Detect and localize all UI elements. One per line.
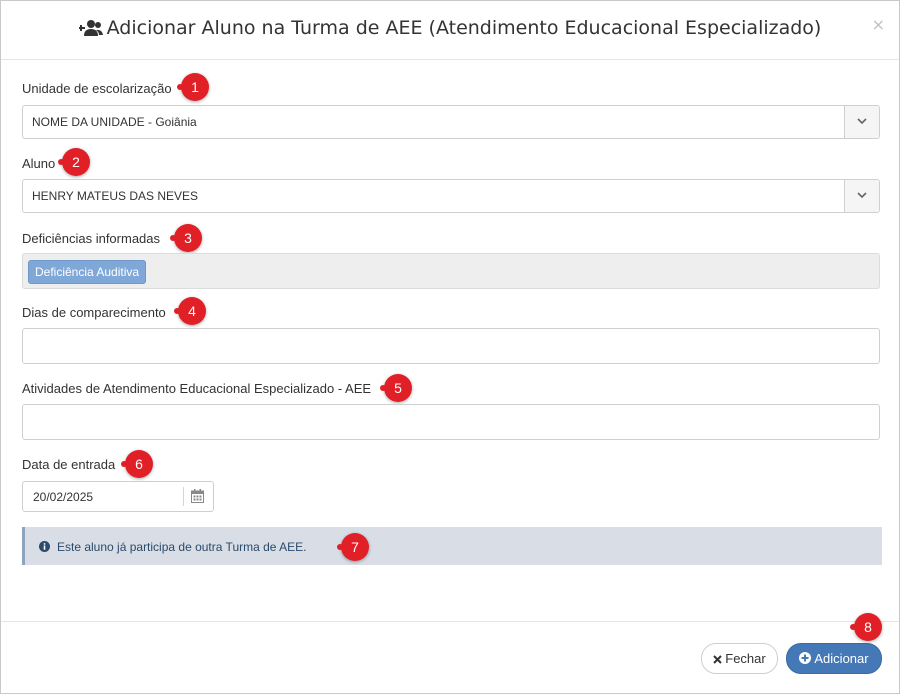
annotation-badge-5: 5	[380, 374, 412, 402]
data-entrada-value: 20/02/2025	[33, 490, 94, 504]
aluno-label: Aluno	[22, 156, 56, 171]
annotation-badge-2: 2	[58, 148, 90, 176]
close-icon[interactable]: ×	[872, 15, 885, 34]
plus-circle-icon	[799, 652, 812, 664]
unidade-label: Unidade de escolarização	[22, 81, 172, 96]
annotation-badge-1: 1	[177, 73, 209, 101]
annotation-badge-6: 6	[121, 450, 153, 478]
data-entrada-input[interactable]: 20/02/2025	[22, 481, 214, 512]
fechar-button-label: Fechar	[725, 651, 766, 666]
annotation-badge-8: 8	[850, 613, 882, 641]
chevron-down-icon	[857, 118, 867, 125]
dias-label: Dias de comparecimento	[22, 305, 166, 320]
calendar-icon[interactable]	[191, 489, 204, 503]
chevron-down-icon	[857, 192, 867, 199]
atividades-label: Atividades de Atendimento Educacional Es…	[22, 381, 372, 396]
info-circle-icon	[39, 541, 50, 552]
atividades-input[interactable]	[22, 404, 880, 440]
unidade-select-toggle[interactable]	[844, 106, 879, 138]
deficiencia-tag: Deficiência Auditiva	[28, 260, 147, 284]
fechar-button[interactable]: Fechar	[701, 643, 778, 674]
aluno-select[interactable]: HENRY MATEUS DAS NEVES	[22, 179, 880, 213]
modal-footer: Fechar Adicionar	[1, 621, 899, 694]
alert-text: Este aluno já participa de outra Turma d…	[57, 540, 307, 554]
annotation-badge-7: 7	[337, 533, 369, 561]
times-icon	[713, 655, 722, 664]
modal-title-text: Adicionar Aluno na Turma de AEE (Atendim…	[106, 17, 822, 39]
annotation-badge-4: 4	[174, 297, 206, 325]
date-separator	[183, 487, 184, 506]
user-plus-icon	[78, 20, 103, 36]
dias-input[interactable]	[22, 328, 880, 364]
adicionar-button-label: Adicionar	[814, 651, 869, 666]
aluno-select-value: HENRY MATEUS DAS NEVES	[32, 189, 199, 203]
modal-header: Adicionar Aluno na Turma de AEE (Atendim…	[1, 1, 899, 60]
adicionar-button[interactable]: Adicionar	[786, 643, 882, 674]
data-entrada-label: Data de entrada	[22, 457, 116, 472]
annotation-badge-3: 3	[170, 224, 202, 252]
deficiencias-label: Deficiências informadas	[22, 231, 161, 246]
modal-title: Adicionar Aluno na Turma de AEE (Atendim…	[1, 17, 899, 39]
info-alert: Este aluno já participa de outra Turma d…	[22, 527, 882, 565]
aluno-select-toggle[interactable]	[844, 180, 879, 212]
unidade-select-value: NOME DA UNIDADE - Goiânia	[32, 115, 197, 129]
unidade-select[interactable]: NOME DA UNIDADE - Goiânia	[22, 105, 880, 139]
deficiencias-tags: Deficiência Auditiva	[22, 253, 880, 289]
add-student-modal: Adicionar Aluno na Turma de AEE (Atendim…	[0, 0, 900, 694]
